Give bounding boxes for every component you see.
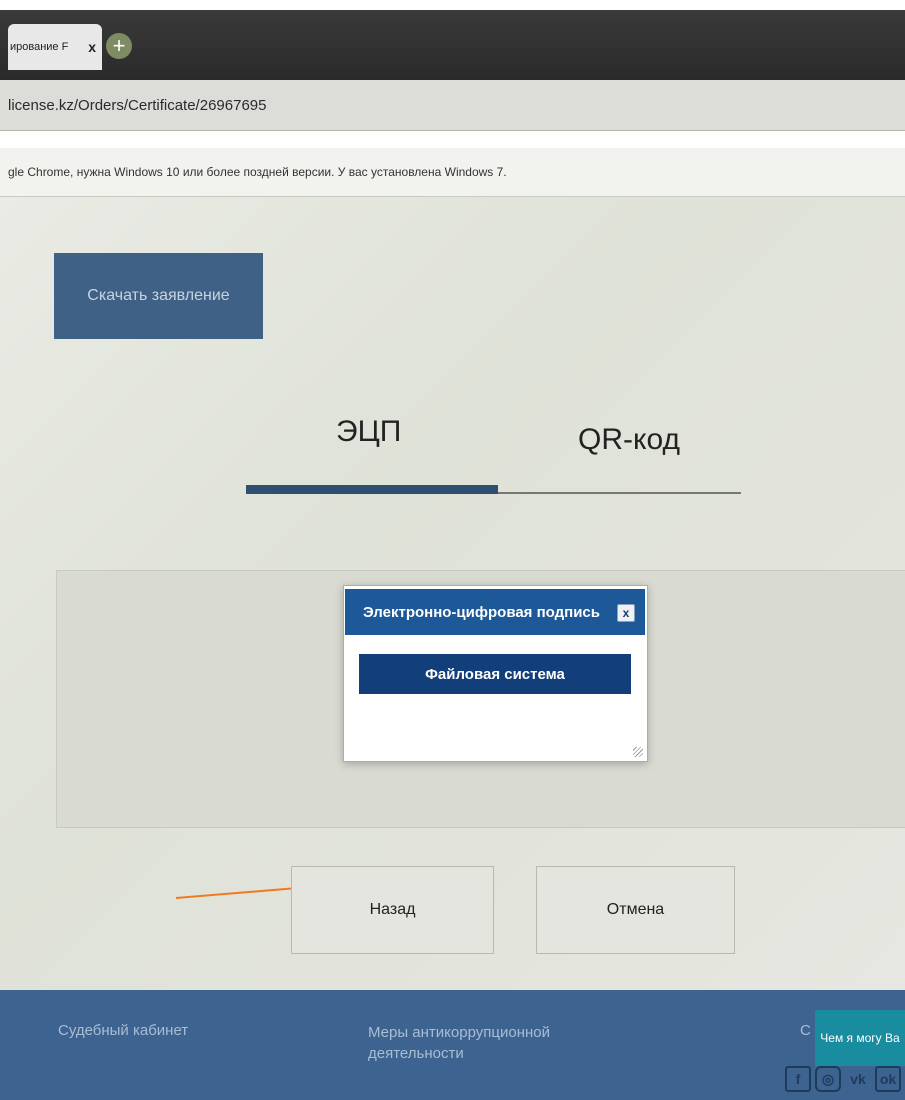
tab-close-icon[interactable]: x	[82, 39, 102, 55]
dialog-header: Электронно-цифровая подпись x	[345, 589, 645, 635]
signature-dialog: Электронно-цифровая подпись x Файловая с…	[343, 585, 648, 762]
tab-qr-code[interactable]: QR-код	[578, 423, 680, 457]
tab-active-indicator	[246, 485, 498, 494]
resize-handle-icon[interactable]	[633, 747, 643, 757]
address-bar[interactable]: license.kz/Orders/Certificate/26967695	[0, 80, 905, 131]
footer-link-anticorruption[interactable]: Меры антикоррупционной деятельности	[368, 1022, 568, 1064]
browser-tab[interactable]: ирование F x	[8, 24, 102, 70]
dialog-close-icon[interactable]: x	[617, 604, 635, 622]
ok-icon[interactable]: ok	[875, 1066, 901, 1092]
cancel-button[interactable]: Отмена	[536, 866, 735, 954]
help-chat-button[interactable]: Чем я могу Ва	[815, 1010, 905, 1066]
vk-icon[interactable]: vk	[845, 1066, 871, 1092]
tab-ecp[interactable]: ЭЦП	[336, 415, 401, 449]
browser-tabbar: ирование F x +	[0, 0, 905, 80]
new-tab-button[interactable]: +	[106, 33, 132, 59]
footer: Судебный кабинет Меры антикоррупционной …	[0, 990, 905, 1100]
footer-link-partial[interactable]: С	[800, 1022, 811, 1039]
url-text[interactable]: license.kz/Orders/Certificate/26967695	[8, 97, 266, 114]
tab-title: ирование F	[10, 41, 69, 53]
page-content: Скачать заявление ЭЦП QR-код Электронно-…	[0, 197, 905, 990]
info-bar: gle Chrome, нужна Windows 10 или более п…	[0, 148, 905, 197]
file-system-button[interactable]: Файловая система	[359, 654, 631, 694]
back-button[interactable]: Назад	[291, 866, 494, 954]
facebook-icon[interactable]: f	[785, 1066, 811, 1092]
info-message: gle Chrome, нужна Windows 10 или более п…	[8, 165, 507, 179]
instagram-icon[interactable]: ◎	[815, 1066, 841, 1092]
footer-link-court-cabinet[interactable]: Судебный кабинет	[58, 1022, 188, 1039]
dialog-title: Электронно-цифровая подпись	[363, 603, 600, 621]
download-application-button[interactable]: Скачать заявление	[54, 253, 263, 339]
